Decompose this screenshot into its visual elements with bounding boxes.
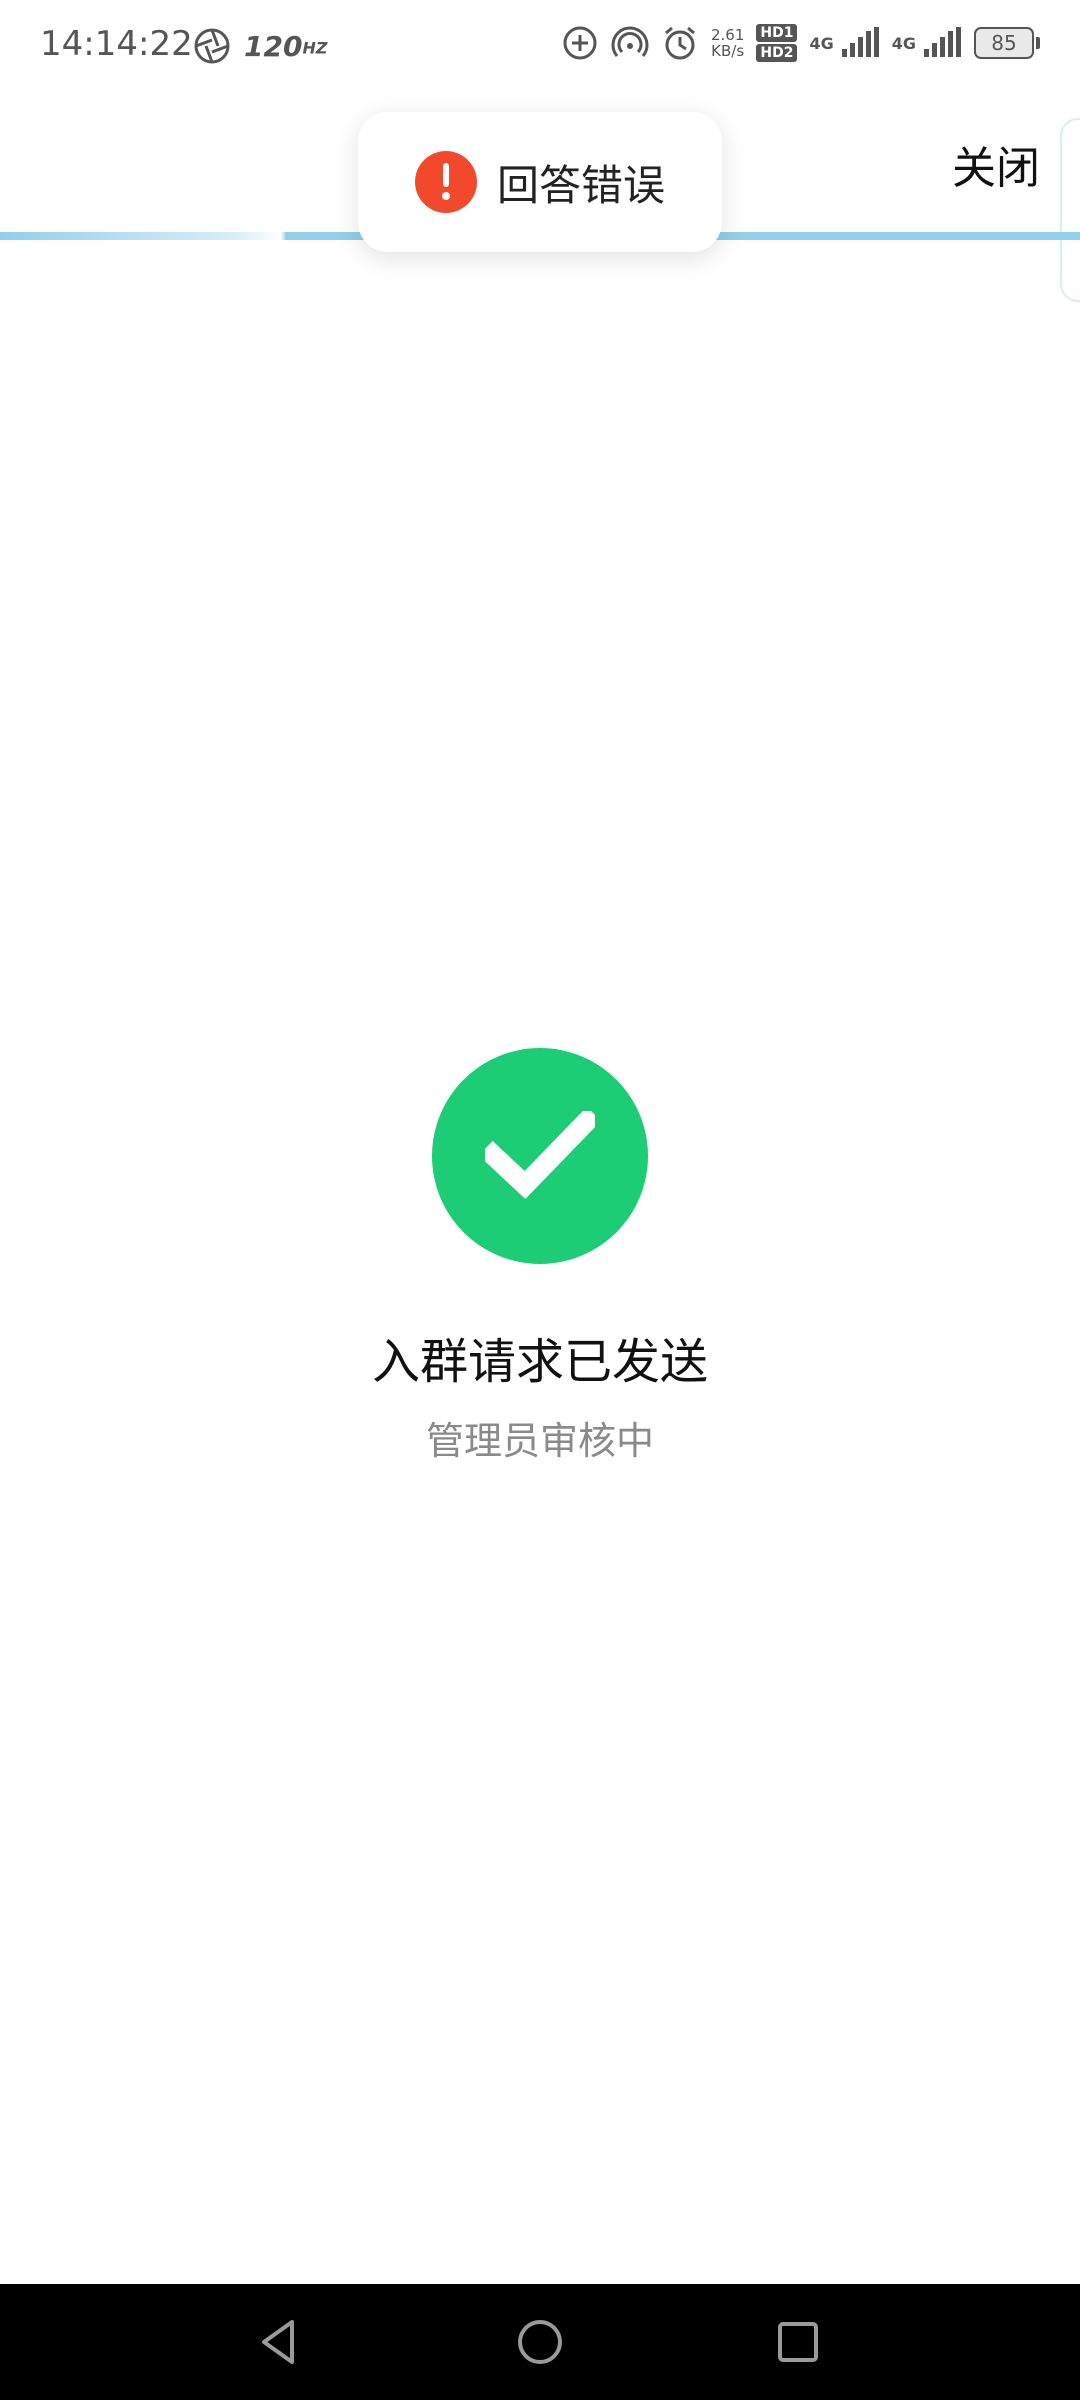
home-circle-icon[interactable] [512, 2314, 568, 2370]
error-exclamation-icon [414, 151, 477, 213]
status-right-icons: 2.61 KB/s HD1 HD2 4G 4G 85 [561, 24, 1040, 62]
signal-icon [841, 27, 879, 57]
hd-badge: HD1 HD2 [756, 24, 798, 62]
status-title: 入群请求已发送 [371, 1334, 708, 1390]
data-saver-icon [563, 26, 597, 60]
net-speed: 2.61 KB/s [710, 26, 745, 60]
sim1-network-label: 4G [809, 33, 834, 53]
toast-message: 回答错误 [496, 160, 665, 210]
check-circle-icon [432, 1048, 648, 1264]
navigation-bar [0, 2284, 1080, 2400]
status-bar: 14:14:22 120HZ 2.61 KB/s HD1 HD2 4G 4G 8… [0, 0, 1080, 96]
battery-level: 85 [974, 27, 1034, 59]
close-button[interactable]: 关闭 [952, 132, 1040, 196]
aperture-icon [194, 28, 230, 64]
hotspot-icon [611, 26, 649, 57]
status-subtitle: 管理员审核中 [425, 1419, 654, 1463]
error-toast: 回答错误 [358, 112, 722, 252]
side-bubble [1060, 118, 1080, 302]
recent-square-icon[interactable] [770, 2314, 826, 2370]
refresh-rate-label: 120HZ [244, 29, 328, 63]
battery-icon: 85 [974, 27, 1040, 59]
sim2-network-label: 4G [891, 33, 916, 53]
status-time: 14:14:22 [40, 24, 193, 64]
status-left-icons: 120HZ [192, 26, 327, 66]
signal-icon [924, 27, 961, 57]
back-triangle-icon[interactable] [252, 2314, 308, 2370]
alarm-icon [665, 26, 695, 60]
